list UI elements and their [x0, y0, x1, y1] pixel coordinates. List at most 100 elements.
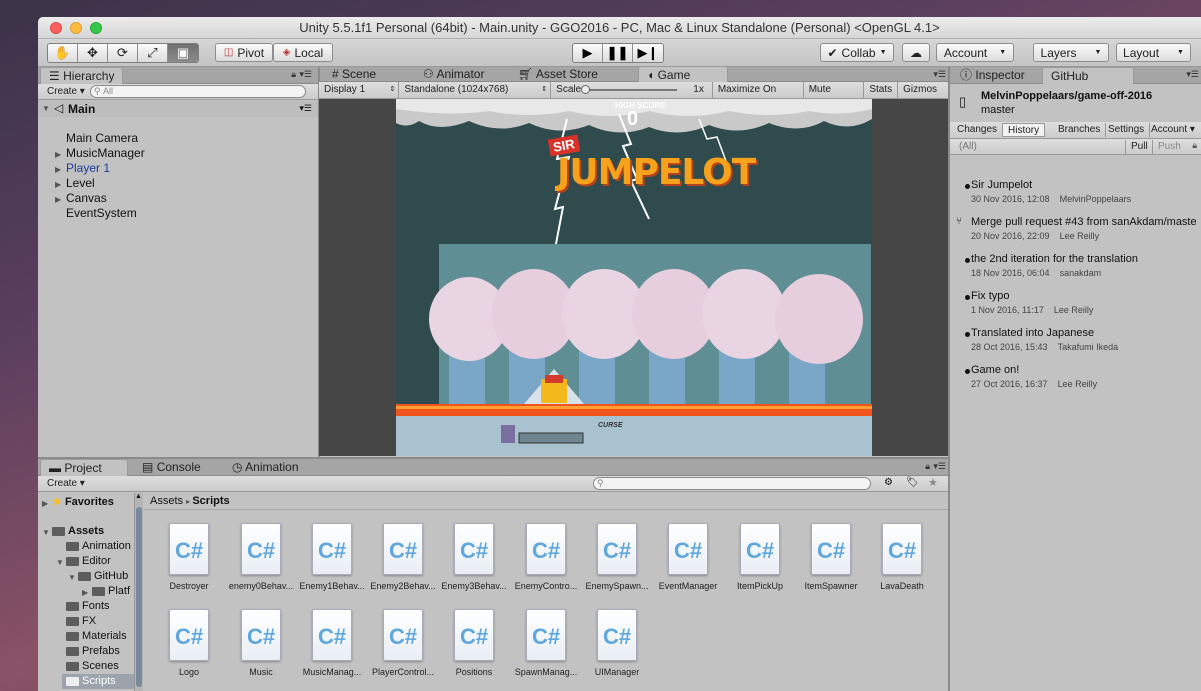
hierarchy-item-player[interactable]: Player 1	[66, 161, 110, 176]
push-button[interactable]: Push	[1152, 140, 1186, 154]
mute-audio-toggle[interactable]: Mute Audio	[804, 82, 865, 111]
hierarchy-item[interactable]: Canvas	[66, 191, 107, 206]
collab-dropdown[interactable]: ✔ Collab ▼	[820, 43, 894, 62]
create-dropdown[interactable]: Create ▾	[42, 477, 90, 491]
scale-slider[interactable]: Scale 1x	[551, 82, 713, 98]
expand-arrow-icon[interactable]: ▼	[42, 104, 50, 113]
script-file[interactable]: C# enemy0Behav...	[226, 523, 296, 591]
tab-inspector[interactable]: ⓘ Inspector	[952, 67, 1033, 84]
tree-folder[interactable]: Scenes	[66, 659, 119, 674]
script-file[interactable]: C# ItemPickUp	[725, 523, 795, 591]
gizmos-dropdown[interactable]: Gizmos ▾	[898, 82, 948, 110]
scale-tool-icon[interactable]: ⤢	[138, 44, 168, 62]
expand-arrow-icon[interactable]: ▶	[55, 180, 61, 189]
script-file[interactable]: C# SpawnManag...	[511, 609, 581, 677]
layout-dropdown[interactable]: Layout ▼	[1116, 43, 1191, 62]
tree-folder[interactable]: Editor	[66, 554, 111, 569]
panel-menu-icon[interactable]: ▾☰	[299, 69, 312, 80]
script-file[interactable]: C# Positions	[439, 609, 509, 677]
hierarchy-item[interactable]: Main Camera	[66, 131, 138, 146]
zoom-window-button[interactable]	[90, 22, 102, 34]
script-file[interactable]: C# PlayerControl...	[368, 609, 438, 677]
pause-icon[interactable]: ❚❚	[603, 44, 633, 62]
hierarchy-item[interactable]: Level	[66, 176, 95, 191]
panel-menu-icon[interactable]: ▾☰	[933, 461, 946, 472]
script-file[interactable]: C# LavaDeath	[867, 523, 937, 591]
filter-by-type-icon[interactable]: ⚙	[884, 477, 893, 488]
branch-filter[interactable]: (All)	[954, 140, 982, 154]
commit-item[interactable]: Game on! 27 Oct 2016, 16:37 Lee Reilly	[965, 364, 1097, 389]
tab-github[interactable]: GitHub	[1042, 67, 1134, 84]
lock-icon[interactable]: 🔒︎	[925, 461, 930, 472]
script-file[interactable]: C# Music	[226, 609, 296, 677]
rect-tool-icon[interactable]: ▣	[168, 44, 198, 62]
expand-arrow-icon[interactable]: ▶	[82, 588, 88, 597]
script-file[interactable]: C# EventManager	[653, 523, 723, 591]
project-search-input[interactable]: ⚲	[593, 477, 871, 490]
script-file[interactable]: C# Logo	[154, 609, 224, 677]
hierarchy-search-input[interactable]: ⚲ All	[90, 85, 306, 98]
script-file[interactable]: C# Enemy2Behav...	[368, 523, 438, 591]
script-file[interactable]: C# Enemy3Behav...	[439, 523, 509, 591]
expand-arrow-icon[interactable]: ▶	[42, 499, 48, 508]
tree-folder[interactable]: Animation	[66, 539, 131, 554]
layers-dropdown[interactable]: Layers ▼	[1033, 43, 1109, 62]
tree-folder[interactable]: Platf	[92, 584, 130, 599]
expand-arrow-icon[interactable]: ▼	[56, 558, 64, 567]
tree-scrollbar[interactable]: ▲	[134, 493, 143, 691]
tree-folder[interactable]: Prefabs	[66, 644, 120, 659]
panel-menu-icon[interactable]: ▾☰	[933, 69, 946, 80]
tab-hierarchy[interactable]: ☰ Hierarchy	[40, 67, 124, 84]
tab-project[interactable]: ▬ Project	[40, 459, 128, 476]
tree-folder[interactable]: GitHub	[78, 569, 128, 584]
tab-changes[interactable]: Changes	[952, 123, 1004, 137]
commit-item[interactable]: the 2nd iteration for the translation 18 …	[965, 253, 1138, 278]
expand-arrow-icon[interactable]: ▶	[55, 165, 61, 174]
local-button[interactable]: ◈ Local	[273, 43, 333, 62]
pivot-button[interactable]: ◫ Pivot	[215, 43, 273, 62]
tree-folder-selected[interactable]: Scripts	[62, 674, 134, 689]
display-dropdown[interactable]: Display 1 ⇕	[319, 82, 400, 98]
expand-arrow-icon[interactable]: ▼	[68, 573, 76, 582]
step-icon[interactable]: ▶❙	[633, 44, 663, 62]
minimize-window-button[interactable]	[70, 22, 82, 34]
tab-console[interactable]: ▤ Console	[134, 459, 209, 476]
hierarchy-item[interactable]: EventSystem	[66, 206, 137, 221]
tab-branches[interactable]: Branches	[1053, 123, 1107, 137]
script-file[interactable]: C# UIManager	[582, 609, 652, 677]
play-icon[interactable]: ▶	[573, 44, 603, 62]
move-tool-icon[interactable]: ✥	[78, 44, 108, 62]
commit-item[interactable]: Translated into Japanese 28 Oct 2016, 15:…	[965, 327, 1118, 352]
pull-button[interactable]: Pull	[1125, 140, 1153, 154]
hierarchy-item[interactable]: MusicManager	[66, 146, 145, 161]
create-dropdown[interactable]: Create ▾	[42, 85, 90, 99]
hand-tool-icon[interactable]: ✋	[48, 44, 78, 62]
tab-scene[interactable]: # Scene	[324, 66, 384, 83]
favorites-item[interactable]: ★ Favorites	[52, 495, 114, 510]
expand-arrow-icon[interactable]: ▼	[42, 528, 50, 537]
script-file[interactable]: C# MusicManag...	[297, 609, 367, 677]
tab-asset-store[interactable]: 🛒︎ Asset Store	[510, 66, 606, 83]
breadcrumb-scripts[interactable]: Scripts	[192, 495, 229, 507]
scroll-up-icon[interactable]: ▲	[135, 493, 142, 500]
account-dropdown[interactable]: Account ▼	[936, 43, 1014, 62]
panel-menu-icon[interactable]: ▾☰	[1186, 69, 1199, 80]
breadcrumb-assets[interactable]: Assets	[150, 495, 183, 507]
tab-animator[interactable]: ⚇ Animator	[415, 66, 492, 83]
cloud-button[interactable]: ☁	[902, 43, 930, 62]
slider-track[interactable]	[583, 89, 678, 91]
expand-arrow-icon[interactable]: ▶	[55, 195, 61, 204]
script-file[interactable]: C# ItemSpawner	[796, 523, 866, 591]
assets-folder[interactable]: Assets	[52, 524, 104, 539]
lock-icon[interactable]: 🔒︎	[1192, 140, 1197, 151]
resolution-dropdown[interactable]: Standalone (1024x768) ⇕	[399, 82, 552, 98]
close-window-button[interactable]	[50, 22, 62, 34]
tab-history[interactable]: History	[1002, 123, 1046, 137]
label-tag-icon[interactable]: 🏷︎	[906, 477, 919, 488]
tree-folder[interactable]: Fonts	[66, 599, 110, 614]
scroll-thumb[interactable]	[136, 507, 142, 687]
scene-menu-icon[interactable]: ▾☰	[299, 103, 312, 114]
script-file[interactable]: C# Destroyer	[154, 523, 224, 591]
tree-folder[interactable]: Materials	[66, 629, 127, 644]
tree-folder[interactable]: FX	[66, 614, 96, 629]
